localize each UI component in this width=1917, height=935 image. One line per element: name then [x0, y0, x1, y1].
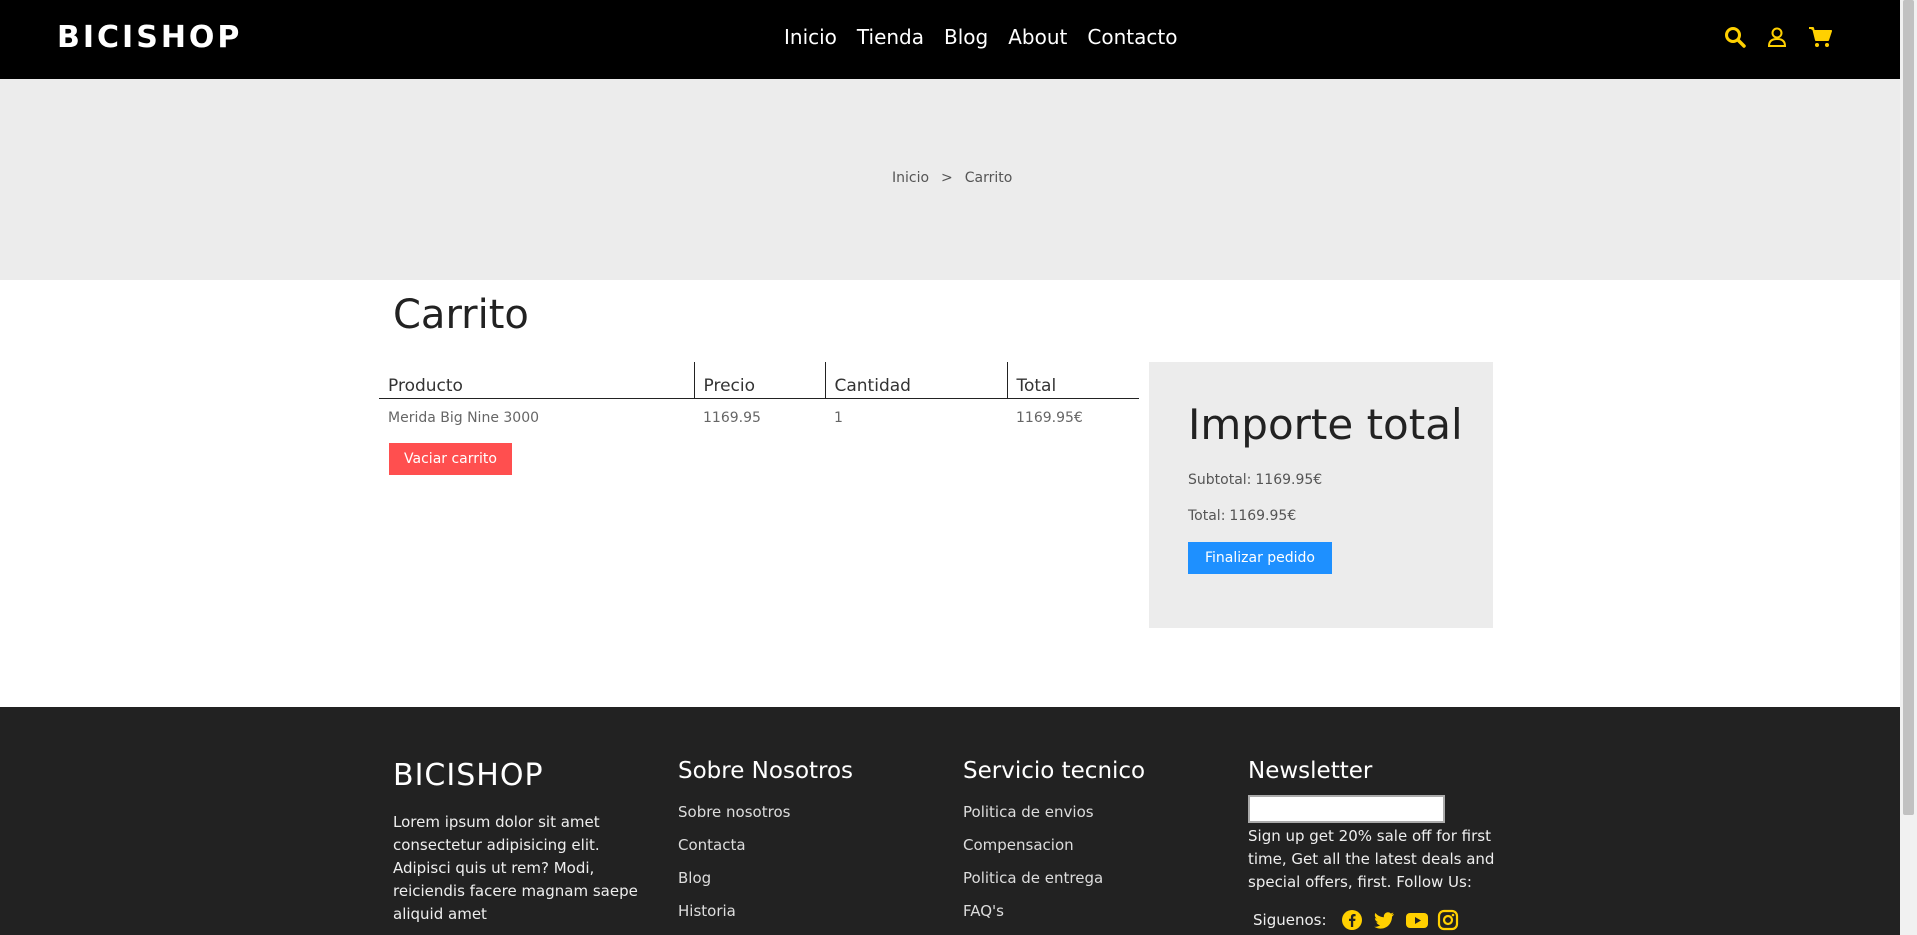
page-banner: Inicio > Carrito [0, 79, 1900, 280]
column-header-total: Total [1006, 362, 1139, 399]
column-header-product: Producto [379, 362, 694, 399]
social-links: Siguenos: [1248, 909, 1498, 931]
nav-about[interactable]: About [1008, 25, 1067, 49]
column-header-quantity: Cantidad [824, 362, 1007, 399]
footer-about-title: Sobre Nosotros [678, 758, 854, 784]
cell-product: Merida Big Nine 3000 [388, 410, 540, 426]
footer-link-envios[interactable]: Politica de envios [963, 796, 1145, 829]
footer-service-column: Servicio tecnico Politica de envios Comp… [963, 758, 1145, 928]
footer-link-entrega[interactable]: Politica de entrega [963, 862, 1145, 895]
footer-link-contacta[interactable]: Contacta [678, 829, 853, 862]
footer-description: Lorem ipsum dolor sit amet consectetur a… [393, 813, 638, 923]
subtotal-label: Subtotal: [1188, 472, 1252, 488]
newsletter-text: Sign up get 20% sale off for first time,… [1248, 827, 1495, 891]
footer-service-title: Servicio tecnico [963, 758, 1146, 784]
footer-link-faqs[interactable]: FAQ's [963, 895, 1145, 928]
instagram-icon[interactable] [1437, 909, 1459, 931]
summary-title: Importe total [1188, 400, 1463, 449]
total-line: Total: 1169.95€ [1188, 508, 1296, 524]
main-nav: Inicio Tienda Blog About Contacto [784, 25, 1177, 49]
footer-about-column: Sobre Nosotros Sobre nosotros Contacta B… [678, 758, 853, 928]
breadcrumb-current: Carrito [964, 170, 1013, 186]
nav-inicio[interactable]: Inicio [784, 25, 837, 49]
cart-icon[interactable] [1808, 26, 1832, 48]
footer-newsletter: Newsletter Sign up get 20% sale off for … [1248, 758, 1498, 931]
footer-link-blog[interactable]: Blog [678, 862, 853, 895]
cart-table: Producto Precio Cantidad Total Merida Bi… [379, 362, 1139, 430]
footer-brand: BICISHOP [393, 758, 544, 793]
top-navbar: BICISHOP Inicio Tienda Blog About Contac… [0, 0, 1900, 79]
cell-price: 1169.95 [703, 410, 761, 426]
total-value: 1169.95€ [1229, 508, 1297, 524]
breadcrumb: Inicio > Carrito [892, 170, 1012, 186]
checkout-button[interactable]: Finalizar pedido [1188, 542, 1332, 574]
twitter-icon[interactable] [1373, 909, 1395, 931]
footer-link-sobre-nosotros[interactable]: Sobre nosotros [678, 796, 853, 829]
page-title: Carrito [393, 292, 529, 338]
empty-cart-button[interactable]: Vaciar carrito [389, 443, 512, 475]
search-icon[interactable] [1724, 26, 1746, 48]
breadcrumb-separator: > [941, 170, 953, 186]
footer-link-historia[interactable]: Historia [678, 895, 853, 928]
footer-link-compensacion[interactable]: Compensacion [963, 829, 1145, 862]
nav-blog[interactable]: Blog [944, 25, 988, 49]
header-icons [1724, 26, 1832, 48]
brand-logo[interactable]: BICISHOP [57, 20, 242, 55]
cell-total: 1169.95€ [1016, 410, 1083, 426]
youtube-icon[interactable] [1405, 909, 1428, 931]
scrollbar-thumb[interactable] [1903, 0, 1914, 815]
table-row: Merida Big Nine 3000 1169.95 1 1169.95€ [379, 399, 1139, 431]
newsletter-email-input[interactable] [1248, 795, 1445, 823]
cell-quantity: 1 [834, 410, 843, 426]
newsletter-title: Newsletter [1248, 758, 1373, 784]
facebook-icon[interactable] [1341, 909, 1363, 931]
total-label: Total: [1188, 508, 1226, 524]
subtotal-line: Subtotal: 1169.95€ [1188, 472, 1322, 488]
follow-label: Siguenos: [1253, 911, 1327, 929]
breadcrumb-home[interactable]: Inicio [892, 170, 929, 186]
column-header-price: Precio [693, 362, 825, 399]
site-footer: BICISHOP Lorem ipsum dolor sit amet cons… [0, 707, 1900, 935]
nav-tienda[interactable]: Tienda [857, 25, 924, 49]
nav-contacto[interactable]: Contacto [1087, 25, 1177, 49]
user-icon[interactable] [1766, 26, 1788, 48]
table-header-row: Producto Precio Cantidad Total [379, 362, 1139, 399]
vertical-scrollbar[interactable] [1900, 0, 1917, 935]
subtotal-value: 1169.95€ [1255, 472, 1323, 488]
order-summary: Importe total Subtotal: 1169.95€ Total: 11… [1149, 362, 1493, 628]
